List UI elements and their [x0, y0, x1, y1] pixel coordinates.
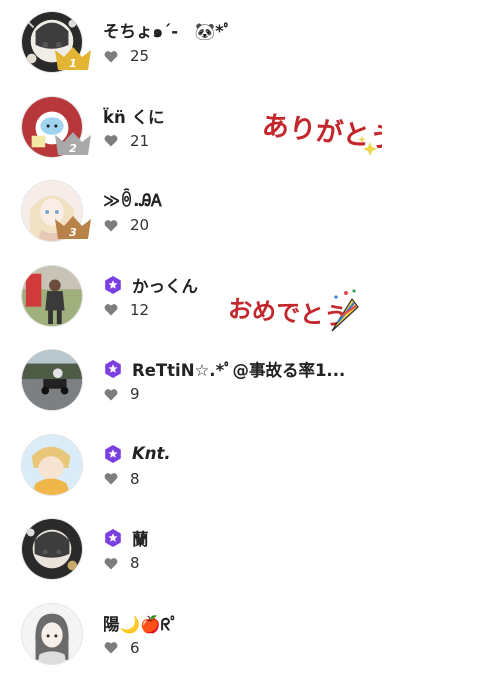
avatar[interactable] [21, 433, 83, 496]
list-item[interactable]: Knt. 8 [0, 423, 495, 508]
crown-bronze-icon: 3 [52, 213, 94, 241]
user-name[interactable]: そちょ๑´- 🐼*ﾟ [103, 18, 232, 45]
likes: 20 [104, 215, 149, 235]
user-name-line: Knt. [103, 442, 171, 466]
list-item[interactable]: 2 k̈n̈ くに 21 [0, 85, 495, 170]
user-name-line: k̈n̈ くに [103, 104, 164, 128]
user-name[interactable]: 蘭 [132, 526, 149, 550]
thank-you-sticker: ありがとう [258, 100, 382, 160]
likes: 12 [104, 300, 149, 320]
like-count: 21 [130, 131, 150, 150]
verified-badge-icon [103, 275, 123, 295]
crown-silver-icon: 2 [52, 129, 94, 157]
user-name-line: そちょ๑´- 🐼*ﾟ [103, 19, 232, 43]
user-name[interactable]: 陽🌙🍎ᖇﾟ [103, 611, 179, 635]
heart-icon [104, 388, 118, 401]
user-name[interactable]: ≫ꉺ.ᎯᎪ [103, 189, 162, 211]
user-name-line: かっくん [103, 273, 198, 297]
crown-gold-icon: 1 [52, 44, 94, 72]
heart-icon [104, 472, 118, 485]
user-name-line: 蘭 [103, 526, 149, 550]
verified-badge-icon [103, 359, 123, 379]
like-count: 8 [130, 554, 140, 572]
list-item[interactable]: 陽🌙🍎ᖇﾟ 6 [0, 592, 495, 677]
avatar[interactable] [21, 518, 83, 580]
like-count: 25 [130, 47, 150, 65]
like-count: 8 [130, 469, 140, 488]
user-name[interactable]: k̈n̈ くに [103, 104, 164, 128]
user-name-line: ≫ꉺ.ᎯᎪ [103, 188, 162, 212]
likes: 8 [104, 553, 140, 573]
verified-badge-icon [103, 444, 123, 464]
heart-icon [104, 641, 118, 654]
user-name[interactable]: Knt. [132, 444, 171, 463]
heart-icon [104, 219, 118, 232]
like-count: 20 [130, 216, 150, 234]
user-name-line: ReTtiN☆.*ﾟ@事故る率1... [103, 357, 345, 381]
avatar[interactable] [21, 602, 83, 665]
avatar[interactable] [21, 349, 83, 411]
like-count: 12 [130, 300, 150, 319]
sticker-text: おめでとう [228, 295, 349, 331]
rank-number: 2 [69, 142, 77, 155]
likes: 8 [104, 469, 140, 489]
heart-icon [104, 134, 118, 147]
verified-badge-icon [103, 528, 123, 548]
like-count: 6 [130, 638, 140, 657]
list-item[interactable]: 1 そちょ๑´- 🐼*ﾟ 25 [0, 0, 495, 85]
likes: 25 [104, 46, 149, 66]
avatar[interactable] [21, 264, 83, 327]
list-item[interactable]: ReTtiN☆.*ﾟ@事故る率1... 9 [0, 338, 495, 423]
like-count: 9 [130, 385, 140, 403]
rank-number: 3 [69, 226, 77, 239]
likes: 9 [104, 384, 140, 404]
list-item[interactable]: 蘭 8 [0, 507, 495, 592]
user-name[interactable]: かっくん [132, 273, 198, 297]
sticker-text: ありがとう [261, 109, 382, 155]
heart-icon [104, 557, 118, 570]
heart-icon [104, 50, 118, 63]
user-name-line: 陽🌙🍎ᖇﾟ [103, 611, 179, 635]
congratulations-sticker: おめでとう [228, 285, 362, 341]
user-name[interactable]: ReTtiN☆.*ﾟ@事故る率1... [132, 357, 345, 381]
likes: 21 [104, 131, 149, 151]
heart-icon [104, 303, 118, 316]
likes: 6 [104, 638, 140, 658]
list-item[interactable]: 3 ≫ꉺ.ᎯᎪ 20 [0, 169, 495, 254]
rank-number: 1 [69, 57, 77, 70]
